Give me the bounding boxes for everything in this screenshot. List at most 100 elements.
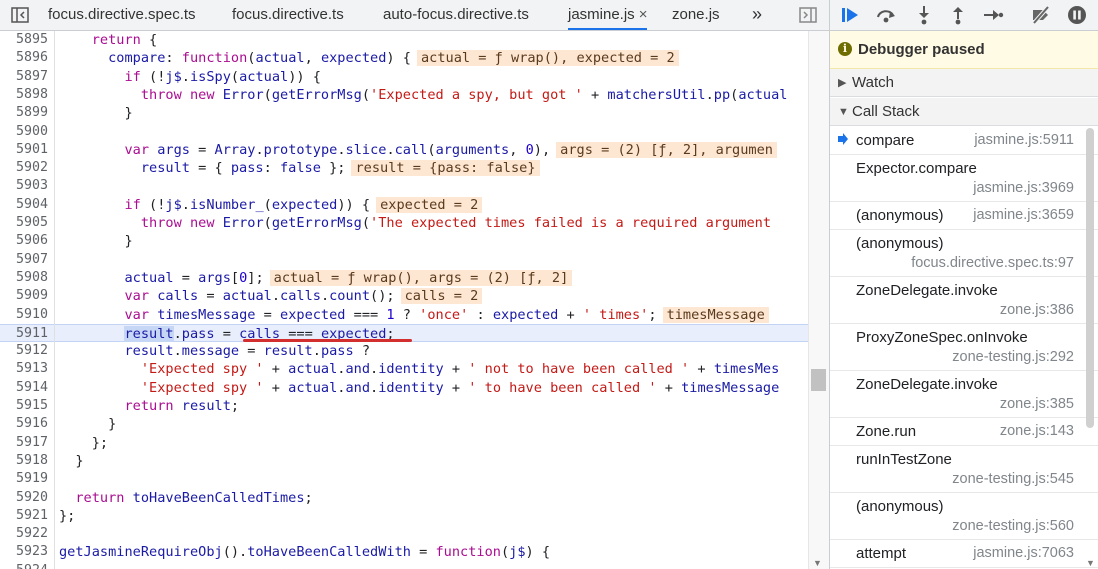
line-number[interactable]: 5912 bbox=[0, 342, 48, 360]
frame-location-link[interactable]: zone.js:386 bbox=[1000, 302, 1074, 318]
line-number[interactable]: 5911 bbox=[0, 325, 48, 343]
code-line[interactable]: 5922 bbox=[0, 525, 808, 543]
tab-auto-focus-directive-ts[interactable]: auto-focus.directive.ts bbox=[383, 0, 529, 30]
line-number[interactable]: 5917 bbox=[0, 434, 48, 452]
line-number[interactable]: 5901 bbox=[0, 141, 48, 159]
code-line[interactable]: 5896 compare: function(actual, expected)… bbox=[0, 49, 808, 67]
code-line[interactable]: 5908 actual = args[0]; actual = ƒ wrap(),… bbox=[0, 269, 808, 287]
step-over-button[interactable] bbox=[875, 4, 897, 26]
line-number[interactable]: 5896 bbox=[0, 49, 48, 67]
line-number[interactable]: 5904 bbox=[0, 196, 48, 214]
frame-location-link[interactable]: zone.js:143 bbox=[1000, 423, 1074, 439]
resume-button[interactable] bbox=[839, 4, 861, 26]
code-view[interactable]: 5895 return {5896 compare: function(actu… bbox=[0, 31, 808, 569]
code-line[interactable]: 5906 } bbox=[0, 232, 808, 250]
line-number[interactable]: 5903 bbox=[0, 177, 48, 195]
code-line[interactable]: 5914 'Expected spy ' + actual.and.identi… bbox=[0, 379, 808, 397]
code-line[interactable]: 5912 result.message = result.pass ? bbox=[0, 342, 808, 360]
scroll-down-arrow-icon[interactable]: ▼ bbox=[1086, 558, 1095, 568]
call-stack-frame[interactable]: Expector.compare jasmine.js:3969 bbox=[830, 155, 1098, 202]
call-stack-frame[interactable]: (anonymous) zone-testing.js:560 bbox=[830, 493, 1098, 540]
line-number[interactable]: 5919 bbox=[0, 470, 48, 488]
call-stack-scroll-thumb[interactable] bbox=[1086, 128, 1094, 428]
call-stack-scrollbar[interactable]: ▼ bbox=[1083, 126, 1097, 569]
line-number[interactable]: 5923 bbox=[0, 543, 48, 561]
code-line[interactable]: 5920 return toHaveBeenCalledTimes; bbox=[0, 489, 808, 507]
line-number[interactable]: 5914 bbox=[0, 379, 48, 397]
code-line[interactable]: 5910 var timesMessage = expected === 1 ?… bbox=[0, 306, 808, 324]
line-number[interactable]: 5921 bbox=[0, 507, 48, 525]
call-stack-frame[interactable]: ProxyZoneSpec.onInvoke zone-testing.js:29… bbox=[830, 324, 1098, 371]
deactivate-breakpoints-button[interactable] bbox=[1030, 4, 1052, 26]
code-line[interactable]: 5897 if (!j$.isSpy(actual)) { bbox=[0, 68, 808, 86]
scroll-down-arrow-icon[interactable]: ▼ bbox=[813, 558, 822, 568]
line-number[interactable]: 5910 bbox=[0, 306, 48, 324]
line-number[interactable]: 5902 bbox=[0, 159, 48, 177]
code-line[interactable]: 5901 var args = Array.prototype.slice.ca… bbox=[0, 141, 808, 159]
frame-location-link[interactable]: jasmine.js:5911 bbox=[974, 132, 1074, 148]
code-line[interactable]: 5924 bbox=[0, 562, 808, 569]
frame-location-link[interactable]: zone-testing.js:545 bbox=[952, 471, 1074, 487]
code-line[interactable]: 5909 var calls = actual.calls.count(); ca… bbox=[0, 287, 808, 305]
line-number[interactable]: 5906 bbox=[0, 232, 48, 250]
call-stack-frame[interactable]: (anonymous) focus.directive.spec.ts:97 bbox=[830, 230, 1098, 277]
code-line[interactable]: 5916 } bbox=[0, 415, 808, 433]
step-button[interactable] bbox=[982, 4, 1004, 26]
call-stack-frame[interactable]: (anonymous) jasmine.js:3659 bbox=[830, 202, 1098, 230]
code-line[interactable]: 5905 throw new Error(getErrorMsg('The ex… bbox=[0, 214, 808, 232]
code-line[interactable]: 5903 bbox=[0, 177, 808, 195]
line-number[interactable]: 5909 bbox=[0, 287, 48, 305]
line-number[interactable]: 5922 bbox=[0, 525, 48, 543]
call-stack-frame[interactable]: compare jasmine.js:5911 bbox=[830, 127, 1098, 155]
code-line[interactable]: 5921}; bbox=[0, 507, 808, 525]
watch-section-header[interactable]: ▶ Watch bbox=[830, 69, 1098, 97]
call-stack-frame[interactable]: runInTestZone zone-testing.js:545 bbox=[830, 446, 1098, 493]
code-line[interactable]: 5907 bbox=[0, 251, 808, 269]
line-number[interactable]: 5895 bbox=[0, 31, 48, 49]
line-number[interactable]: 5905 bbox=[0, 214, 48, 232]
line-number[interactable]: 5913 bbox=[0, 360, 48, 378]
call-stack-frame[interactable]: attempt jasmine.js:7063 bbox=[830, 540, 1098, 568]
line-number[interactable]: 5920 bbox=[0, 489, 48, 507]
editor-scroll-thumb[interactable] bbox=[811, 369, 826, 391]
line-number[interactable]: 5908 bbox=[0, 269, 48, 287]
frame-location-link[interactable]: jasmine.js:7063 bbox=[973, 545, 1074, 561]
code-line[interactable]: 5895 return { bbox=[0, 31, 808, 49]
code-line[interactable]: 5902 result = { pass: false }; result = {… bbox=[0, 159, 808, 177]
tab-focus-directive-ts[interactable]: focus.directive.ts bbox=[232, 0, 344, 30]
frame-location-link[interactable]: zone.js:385 bbox=[1000, 396, 1074, 412]
line-number[interactable]: 5897 bbox=[0, 68, 48, 86]
code-line[interactable]: 5898 throw new Error(getErrorMsg('Expect… bbox=[0, 86, 808, 104]
frame-location-link[interactable]: zone-testing.js:292 bbox=[952, 349, 1074, 365]
code-line[interactable]: 5923 getJasmineRequireObj().toHaveBeenCal… bbox=[0, 543, 808, 561]
more-tabs-button[interactable]: » bbox=[752, 4, 762, 25]
line-number[interactable]: 5898 bbox=[0, 86, 48, 104]
code-line[interactable]: 5917 }; bbox=[0, 434, 808, 452]
toggle-debugger-button[interactable] bbox=[798, 5, 818, 25]
editor-scrollbar[interactable]: ▼ bbox=[808, 31, 829, 569]
code-line[interactable]: 5918 } bbox=[0, 452, 808, 470]
line-number[interactable]: 5916 bbox=[0, 415, 48, 433]
line-number[interactable]: 5899 bbox=[0, 104, 48, 122]
frame-location-link[interactable]: focus.directive.spec.ts:97 bbox=[911, 255, 1074, 271]
line-number[interactable]: 5918 bbox=[0, 452, 48, 470]
code-line[interactable]: 5904 if (!j$.isNumber_(expected)) {expec… bbox=[0, 196, 808, 214]
call-stack-frame[interactable]: ZoneDelegate.invoke zone.js:386 bbox=[830, 277, 1098, 324]
line-number[interactable]: 5907 bbox=[0, 251, 48, 269]
frame-location-link[interactable]: zone-testing.js:560 bbox=[952, 518, 1074, 534]
frame-location-link[interactable]: jasmine.js:3969 bbox=[973, 180, 1074, 196]
code-line[interactable]: 5915 return result; bbox=[0, 397, 808, 415]
step-out-button[interactable] bbox=[947, 4, 969, 26]
step-into-button[interactable] bbox=[913, 4, 935, 26]
code-line[interactable]: 5919 bbox=[0, 470, 808, 488]
tab-focus-directive-spec-ts[interactable]: focus.directive.spec.ts bbox=[48, 0, 196, 30]
tab-zone-js[interactable]: zone.js bbox=[672, 0, 720, 30]
line-number[interactable]: 5900 bbox=[0, 123, 48, 141]
tab-jasmine-js[interactable]: jasmine.js × bbox=[568, 0, 648, 30]
call-stack-section-header[interactable]: ▼ Call Stack bbox=[830, 98, 1098, 126]
frame-location-link[interactable]: jasmine.js:3659 bbox=[973, 207, 1074, 223]
line-number[interactable]: 5915 bbox=[0, 397, 48, 415]
code-line[interactable]: 5913 'Expected spy ' + actual.and.identi… bbox=[0, 360, 808, 378]
close-tab-icon[interactable]: × bbox=[639, 6, 648, 23]
call-stack-frame[interactable]: Zone.run zone.js:143 bbox=[830, 418, 1098, 446]
